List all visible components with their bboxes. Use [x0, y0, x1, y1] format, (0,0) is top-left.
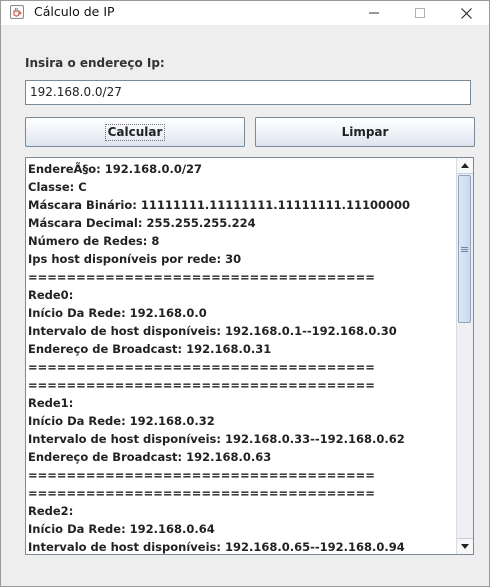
scroll-down-button[interactable]	[457, 538, 473, 554]
result-lines: EndereÃ§o: 192.168.0.0/27 Classe: C Máscar…	[28, 160, 455, 554]
calculate-button[interactable]: Calcular	[25, 117, 245, 147]
result-line: Número de Redes: 8	[28, 234, 160, 248]
result-line: Classe: C	[28, 180, 87, 194]
minimize-button[interactable]	[351, 1, 397, 25]
result-line: Intervalo de host disponíveis: 192.168.0…	[28, 324, 397, 338]
calculate-button-label: Calcular	[104, 123, 166, 141]
maximize-button[interactable]	[397, 1, 443, 25]
grip-icon	[461, 246, 468, 252]
ip-label: Insira o endereço Ip:	[25, 56, 165, 70]
main-window: Cálculo de IP Insira o endereço Ip: 192.…	[0, 0, 490, 587]
title-bar[interactable]: Cálculo de IP	[1, 1, 489, 25]
result-text-area[interactable]: EndereÃ§o: 192.168.0.0/27 Classe: C Máscar…	[25, 157, 474, 555]
result-line: Início Da Rede: 192.168.0.64	[28, 522, 215, 536]
result-line: Intervalo de host disponíveis: 192.168.0…	[28, 432, 405, 446]
scroll-thumb[interactable]	[458, 175, 471, 323]
result-line: Endereço de Broadcast: 192.168.0.63	[28, 450, 272, 464]
window-title: Cálculo de IP	[34, 4, 115, 19]
java-cup-icon	[10, 5, 24, 19]
result-line: ====================================	[28, 468, 375, 482]
result-line: Início Da Rede: 192.168.0.0	[28, 306, 207, 320]
result-line: Rede1:	[28, 396, 74, 410]
maximize-icon	[415, 8, 425, 18]
close-icon	[460, 7, 472, 19]
result-line: Endereço de Broadcast: 192.168.0.31	[28, 342, 272, 356]
result-line: Ips host disponíveis por rede: 30	[28, 252, 242, 266]
scroll-up-button[interactable]	[457, 158, 473, 174]
result-line: Intervalo de host disponíveis: 192.168.0…	[28, 540, 405, 554]
clear-button-label: Limpar	[341, 125, 389, 139]
result-line: Máscara Decimal: 255.255.255.224	[28, 216, 256, 230]
arrow-up-icon	[461, 163, 469, 168]
clear-button[interactable]: Limpar	[255, 117, 475, 147]
close-button[interactable]	[443, 1, 489, 25]
vertical-scrollbar[interactable]	[456, 158, 473, 554]
result-line: Rede2:	[28, 504, 74, 518]
arrow-down-icon	[461, 544, 469, 549]
minimize-icon	[369, 12, 379, 14]
result-line: Início Da Rede: 192.168.0.32	[28, 414, 215, 428]
result-line: ====================================	[28, 270, 375, 284]
result-line: ====================================	[28, 360, 375, 374]
result-line: ====================================	[28, 486, 375, 500]
result-line: Rede0:	[28, 288, 74, 302]
result-line: Máscara Binário: 11111111.11111111.11111…	[28, 198, 410, 212]
result-line: EndereÃ§o: 192.168.0.0/27	[28, 162, 203, 176]
ip-input[interactable]: 192.168.0.0/27	[25, 80, 471, 105]
result-line: ====================================	[28, 378, 375, 392]
